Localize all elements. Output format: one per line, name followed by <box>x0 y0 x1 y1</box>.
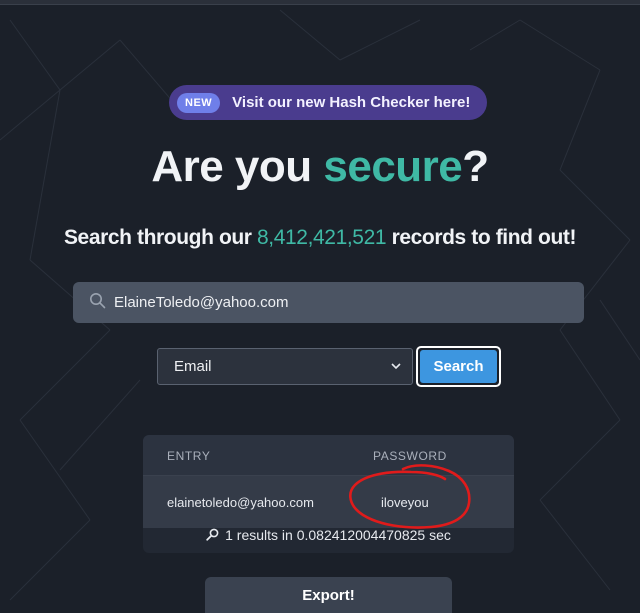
title-post: ? <box>462 142 489 191</box>
records-count: 8,412,421,521 <box>257 226 387 249</box>
page-subtitle: Search through our 8,412,421,521 records… <box>0 226 640 250</box>
search-input[interactable] <box>114 294 574 311</box>
banner-text: Visit our new Hash Checker here! <box>232 94 471 111</box>
red-circle-annotation <box>349 464 471 529</box>
search-box[interactable] <box>73 282 584 323</box>
subtitle-pre: Search through our <box>63 226 258 249</box>
search-button[interactable]: Search <box>416 346 501 387</box>
entry-cell: elainetoledo@yahoo.com <box>167 495 314 510</box>
title-accent: secure <box>323 142 463 191</box>
subtitle-post: records to find out! <box>386 226 577 249</box>
search-button-label: Search <box>420 350 497 383</box>
export-button[interactable]: Export! <box>205 577 452 613</box>
top-bar <box>0 0 640 5</box>
magnifier-icon <box>206 528 219 541</box>
search-type-select[interactable]: Email <box>157 348 413 385</box>
hash-checker-banner[interactable]: NEW Visit our new Hash Checker here! <box>169 85 487 120</box>
search-icon <box>89 292 106 314</box>
chevron-down-icon <box>391 363 401 370</box>
title-pre: Are you <box>151 142 324 191</box>
header-entry: ENTRY <box>167 449 211 463</box>
page-title: Are you secure? <box>0 142 640 192</box>
new-badge: NEW <box>177 92 221 113</box>
select-value: Email <box>174 358 212 375</box>
